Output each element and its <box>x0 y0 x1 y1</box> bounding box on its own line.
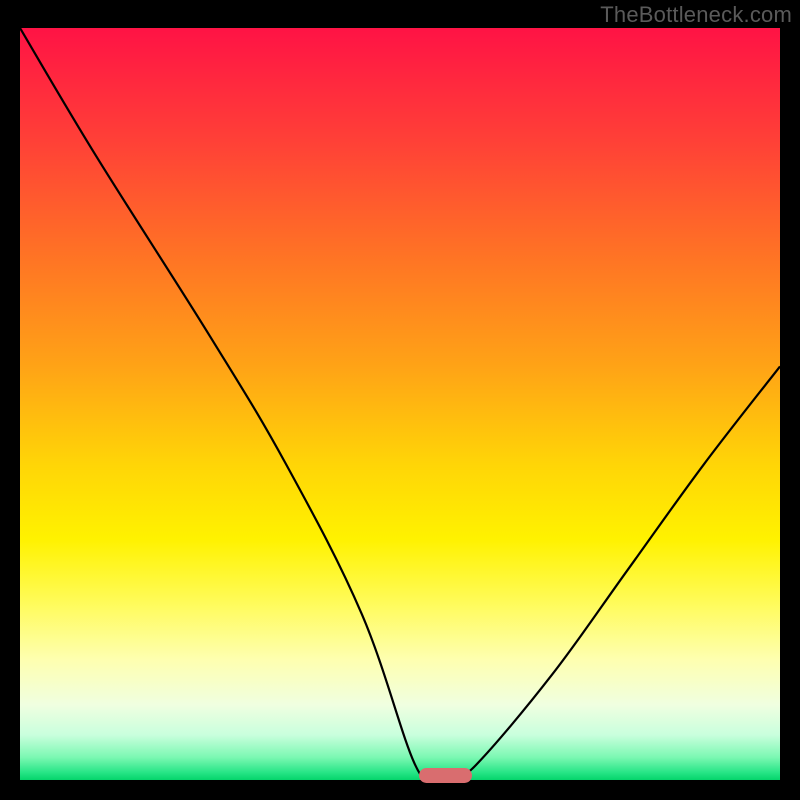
optimal-marker <box>419 768 472 783</box>
watermark-text: TheBottleneck.com <box>600 2 792 28</box>
gradient-background <box>20 28 780 780</box>
plot-svg <box>20 28 780 780</box>
plot-area <box>20 28 780 780</box>
chart-frame: TheBottleneck.com <box>0 0 800 800</box>
